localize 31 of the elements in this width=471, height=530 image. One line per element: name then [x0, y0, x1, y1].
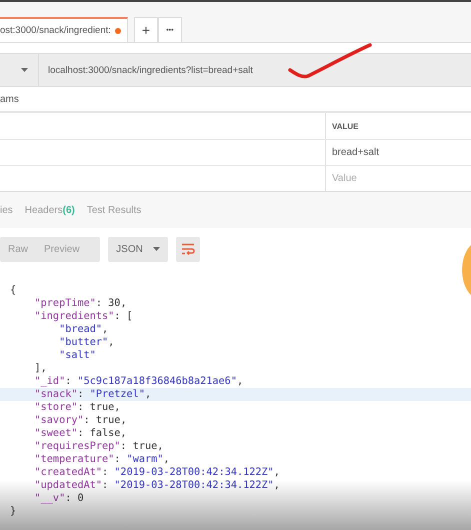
caret-icon	[152, 247, 160, 251]
table-cell-text: bread+salt	[331, 146, 380, 160]
request-tab[interactable]: ost:3000/snack/ingredient:	[0, 17, 128, 42]
code-line: {	[9, 284, 18, 297]
code-line: "__v": 0	[34, 492, 85, 505]
caret-icon	[21, 68, 28, 72]
response-tab[interactable]: Test Results	[86, 204, 142, 216]
value-field[interactable]: Value	[326, 166, 471, 191]
code-line: "sweet": false,	[34, 427, 128, 440]
code-line: "requiresPrep": true,	[34, 440, 164, 453]
wrap-lines-icon	[181, 243, 195, 255]
code-line: "createdAt": "2019-03-28T00:42:34.122Z",	[34, 466, 281, 479]
code-line: "butter",	[58, 336, 116, 349]
code-line: "_id": "5c9c187a18f36846b8a21ae6",	[34, 375, 244, 388]
params-label: ams	[0, 94, 19, 104]
code-line: "updatedAt": "2019-03-28T00:42:34.122Z",	[34, 479, 281, 492]
code-line: "temperature": "warm",	[34, 453, 171, 466]
column-header: VALUE	[331, 120, 360, 132]
new-tab-button[interactable]: +	[134, 17, 158, 42]
response-tab[interactable]: Headers(6)	[24, 204, 75, 216]
code-line: "prepTime": 30,	[34, 297, 128, 310]
code-line: "store": true,	[34, 401, 122, 414]
response-tab[interactable]: ies	[0, 204, 13, 216]
code-line: "savory": true,	[34, 414, 128, 427]
wrap-lines-button[interactable]	[176, 236, 200, 262]
code-line: ],	[34, 362, 48, 375]
code-line: "ingredients": [	[34, 310, 134, 323]
code-line: "salt"	[58, 349, 97, 362]
code-line: "bread",	[58, 323, 110, 336]
format-dropdown[interactable]: JSON	[108, 236, 168, 262]
code-line: }	[9, 505, 18, 518]
